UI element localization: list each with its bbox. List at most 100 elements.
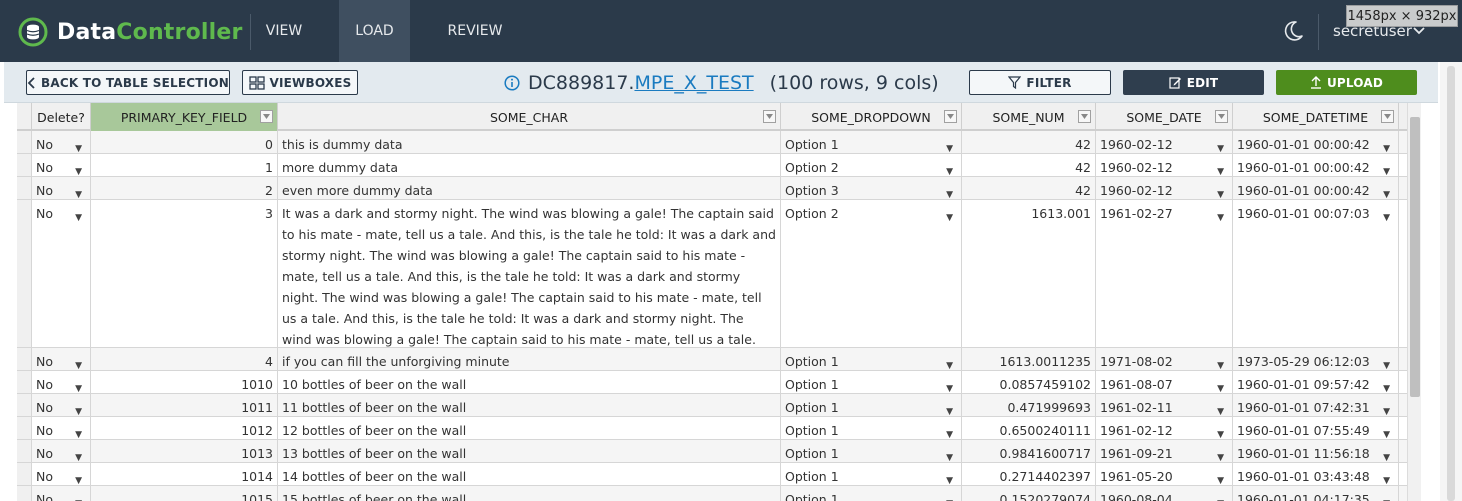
dropdown-arrow-icon[interactable]: ▼ (1383, 471, 1390, 485)
cell-some-date[interactable]: 1971-08-02 ▼ (1096, 348, 1233, 370)
header-some-char[interactable]: SOME_CHAR (278, 103, 781, 131)
dropdown-arrow-icon[interactable]: ▼ (1383, 379, 1390, 393)
dropdown-arrow-icon[interactable]: ▼ (946, 425, 953, 439)
row-header[interactable] (17, 348, 32, 370)
row-header[interactable] (17, 440, 32, 462)
dropdown-arrow-icon[interactable]: ▼ (1383, 448, 1390, 462)
cell-some-datetime[interactable]: 1960-01-01 00:00:42 ▼ (1233, 177, 1399, 199)
cell-some-dropdown[interactable]: Option 1 ▼ (781, 348, 962, 370)
grid-vertical-scrollbar[interactable] (1407, 103, 1421, 501)
cell-some-datetime[interactable]: 1960-01-01 07:55:49 ▼ (1233, 417, 1399, 439)
dropdown-arrow-icon[interactable]: ▼ (1383, 425, 1390, 439)
dropdown-arrow-icon[interactable]: ▼ (75, 379, 82, 393)
cell-some-date[interactable]: 1960-08-04 ▼ (1096, 486, 1233, 501)
cell-some-dropdown[interactable]: Option 1 ▼ (781, 463, 962, 485)
cell-some-char[interactable]: 11 bottles of beer on the wall (278, 394, 781, 416)
cell-delete[interactable]: No ▼ (32, 154, 91, 176)
dropdown-arrow-icon[interactable]: ▼ (1383, 356, 1390, 370)
dropdown-arrow-icon[interactable]: ▼ (1217, 402, 1224, 416)
upload-button[interactable]: UPLOAD (1276, 70, 1417, 95)
cell-some-num[interactable]: 0.9841600717 (962, 440, 1096, 462)
chevron-down-icon[interactable] (1413, 26, 1425, 36)
moon-icon[interactable] (1281, 19, 1305, 43)
cell-delete[interactable]: No ▼ (32, 200, 91, 347)
cell-some-num[interactable]: 42 (962, 177, 1096, 199)
cell-some-datetime[interactable]: 1960-01-01 00:00:42 ▼ (1233, 131, 1399, 153)
cell-primary-key[interactable]: 1 (91, 154, 278, 176)
cell-some-dropdown[interactable]: Option 3 ▼ (781, 177, 962, 199)
cell-some-char[interactable]: this is dummy data (278, 131, 781, 153)
cell-primary-key[interactable]: 1013 (91, 440, 278, 462)
column-menu-icon[interactable] (763, 110, 776, 123)
header-primary-key-field[interactable]: PRIMARY_KEY_FIELD (91, 103, 278, 131)
cell-some-num[interactable]: 0.0857459102 (962, 371, 1096, 393)
cell-some-char[interactable]: 15 bottles of beer on the wall (278, 486, 781, 501)
cell-some-char[interactable]: 14 bottles of beer on the wall (278, 463, 781, 485)
row-header[interactable] (17, 154, 32, 176)
cell-some-num[interactable]: 1613.0011235 (962, 348, 1096, 370)
dropdown-arrow-icon[interactable]: ▼ (1217, 448, 1224, 462)
cell-primary-key[interactable]: 1011 (91, 394, 278, 416)
row-header[interactable] (17, 394, 32, 416)
dropdown-arrow-icon[interactable]: ▼ (1217, 471, 1224, 485)
dropdown-arrow-icon[interactable]: ▼ (946, 162, 953, 176)
cell-primary-key[interactable]: 1010 (91, 371, 278, 393)
row-header[interactable] (17, 177, 32, 199)
cell-some-datetime[interactable]: 1960-01-01 00:00:42 ▼ (1233, 154, 1399, 176)
cell-some-dropdown[interactable]: Option 1 ▼ (781, 371, 962, 393)
dropdown-arrow-icon[interactable]: ▼ (946, 494, 953, 501)
nav-load[interactable]: LOAD (339, 0, 410, 62)
cell-delete[interactable]: No ▼ (32, 417, 91, 439)
cell-delete[interactable]: No ▼ (32, 463, 91, 485)
row-header[interactable] (17, 200, 32, 347)
dropdown-arrow-icon[interactable]: ▼ (75, 425, 82, 439)
dropdown-arrow-icon[interactable]: ▼ (1383, 402, 1390, 416)
cell-some-datetime[interactable]: 1973-05-29 06:12:03 ▼ (1233, 348, 1399, 370)
cell-some-char[interactable]: 12 bottles of beer on the wall (278, 417, 781, 439)
cell-some-char[interactable]: even more dummy data (278, 177, 781, 199)
cell-some-date[interactable]: 1960-02-12 ▼ (1096, 131, 1233, 153)
dropdown-arrow-icon[interactable]: ▼ (1217, 425, 1224, 439)
cell-some-char[interactable]: 10 bottles of beer on the wall (278, 371, 781, 393)
dropdown-arrow-icon[interactable]: ▼ (1217, 139, 1224, 153)
cell-some-char[interactable]: if you can fill the unforgiving minute (278, 348, 781, 370)
row-header[interactable] (17, 131, 32, 153)
info-icon[interactable] (504, 74, 520, 91)
cell-some-num[interactable]: 0.1520279074 (962, 486, 1096, 501)
dropdown-arrow-icon[interactable]: ▼ (946, 356, 953, 370)
scrollbar-thumb[interactable] (1410, 117, 1420, 397)
cell-some-num[interactable]: 0.2714402397 (962, 463, 1096, 485)
cell-some-date[interactable]: 1961-05-20 ▼ (1096, 463, 1233, 485)
cell-some-date[interactable]: 1960-02-12 ▼ (1096, 154, 1233, 176)
cell-primary-key[interactable]: 0 (91, 131, 278, 153)
cell-some-date[interactable]: 1960-02-12 ▼ (1096, 177, 1233, 199)
viewboxes-button[interactable]: VIEWBOXES (242, 70, 358, 95)
header-some-datetime[interactable]: SOME_DATETIME (1233, 103, 1399, 131)
dropdown-arrow-icon[interactable]: ▼ (75, 494, 82, 501)
dropdown-arrow-icon[interactable]: ▼ (946, 471, 953, 485)
edit-button[interactable]: EDIT (1123, 70, 1264, 95)
dropdown-arrow-icon[interactable]: ▼ (75, 185, 82, 199)
header-some-dropdown[interactable]: SOME_DROPDOWN (781, 103, 962, 131)
dropdown-arrow-icon[interactable]: ▼ (946, 379, 953, 393)
cell-some-datetime[interactable]: 1960-01-01 07:42:31 ▼ (1233, 394, 1399, 416)
cell-some-num[interactable]: 0.6500240111 (962, 417, 1096, 439)
cell-some-dropdown[interactable]: Option 1 ▼ (781, 394, 962, 416)
dropdown-arrow-icon[interactable]: ▼ (75, 471, 82, 485)
cell-delete[interactable]: No ▼ (32, 131, 91, 153)
nav-review[interactable]: REVIEW (430, 0, 520, 62)
cell-some-date[interactable]: 1961-02-11 ▼ (1096, 394, 1233, 416)
cell-primary-key[interactable]: 1015 (91, 486, 278, 501)
dropdown-arrow-icon[interactable]: ▼ (946, 402, 953, 416)
row-header[interactable] (17, 371, 32, 393)
dropdown-arrow-icon[interactable]: ▼ (946, 448, 953, 462)
cell-some-date[interactable]: 1961-09-21 ▼ (1096, 440, 1233, 462)
filter-button[interactable]: FILTER (969, 70, 1111, 95)
cell-some-dropdown[interactable]: Option 1 ▼ (781, 486, 962, 501)
dropdown-arrow-icon[interactable]: ▼ (1217, 185, 1224, 199)
dropdown-arrow-icon[interactable]: ▼ (75, 139, 82, 153)
dropdown-arrow-icon[interactable]: ▼ (946, 139, 953, 153)
cell-some-char[interactable]: 13 bottles of beer on the wall (278, 440, 781, 462)
cell-some-dropdown[interactable]: Option 2 ▼ (781, 154, 962, 176)
dropdown-arrow-icon[interactable]: ▼ (1383, 185, 1390, 199)
